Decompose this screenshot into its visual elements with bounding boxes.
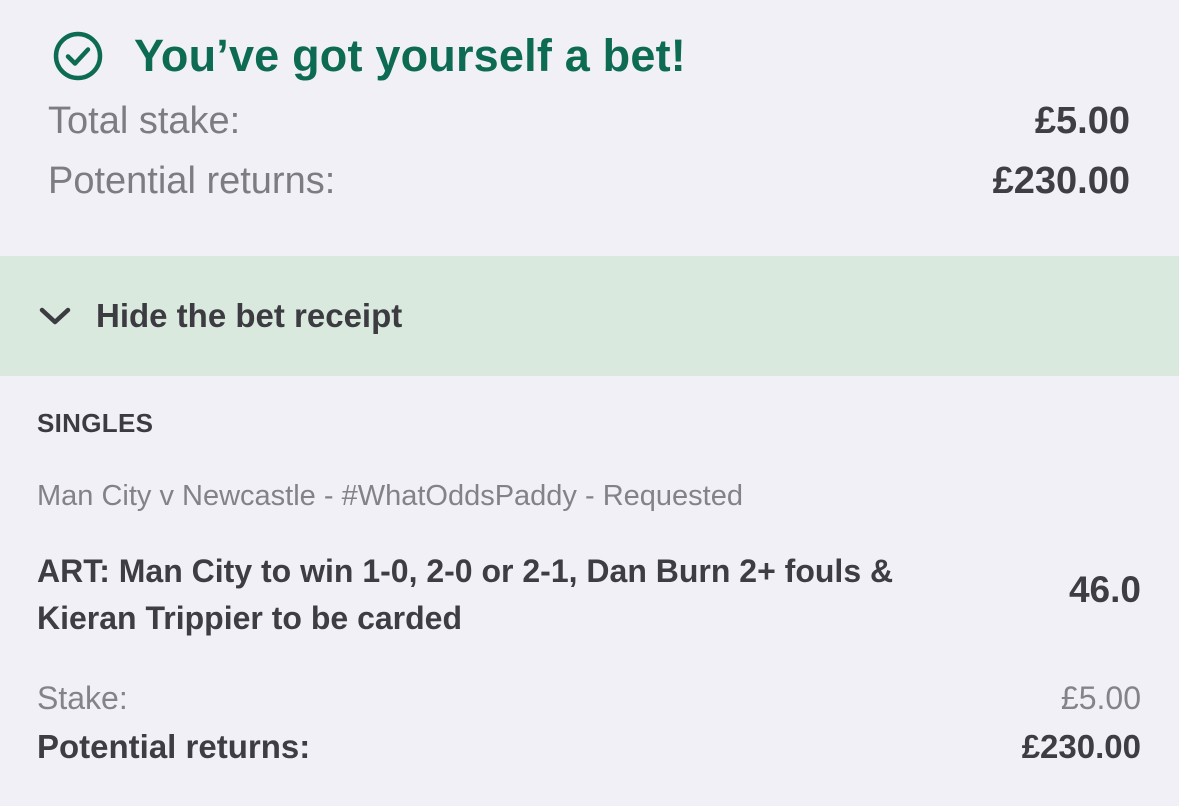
bet-receipt: SINGLES Man City v Newcastle - #WhatOdds…	[0, 376, 1179, 806]
leg-returns-value: £230.00	[1021, 728, 1141, 765]
confirmation-title: You’ve got yourself a bet!	[134, 30, 686, 81]
event-name: Man City v Newcastle - #WhatOddsPaddy - …	[37, 480, 743, 512]
selection-description: ART: Man City to win 1-0, 2-0 or 2-1, Da…	[37, 553, 894, 636]
odds-value: 46.0	[1068, 569, 1141, 610]
leg-stake-label: Stake:	[37, 680, 128, 716]
leg-returns-label: Potential returns:	[37, 728, 311, 765]
leg-stake-row: Stake: £5.00	[37, 680, 1141, 717]
check-circle-icon	[52, 30, 104, 82]
total-returns-row: Potential returns: £230.00	[48, 160, 1130, 203]
leg-stake-value: £5.00	[1060, 680, 1141, 716]
total-stake-value: £5.00	[1034, 100, 1130, 142]
bet-confirmation-panel: You’ve got yourself a bet! Total stake: …	[0, 0, 1179, 256]
total-returns-label: Potential returns:	[48, 160, 336, 202]
section-title-singles: SINGLES	[37, 408, 154, 438]
total-stake-row: Total stake: £5.00	[48, 100, 1130, 143]
leg-returns-row: Potential returns: £230.00	[37, 728, 1141, 766]
hide-receipt-label: Hide the bet receipt	[96, 297, 403, 334]
total-returns-value: £230.00	[992, 160, 1130, 202]
hide-receipt-toggle[interactable]: Hide the bet receipt	[0, 256, 1179, 376]
chevron-down-icon	[38, 305, 72, 327]
confirmation-header: You’ve got yourself a bet!	[52, 30, 686, 82]
total-stake-label: Total stake:	[48, 100, 241, 142]
